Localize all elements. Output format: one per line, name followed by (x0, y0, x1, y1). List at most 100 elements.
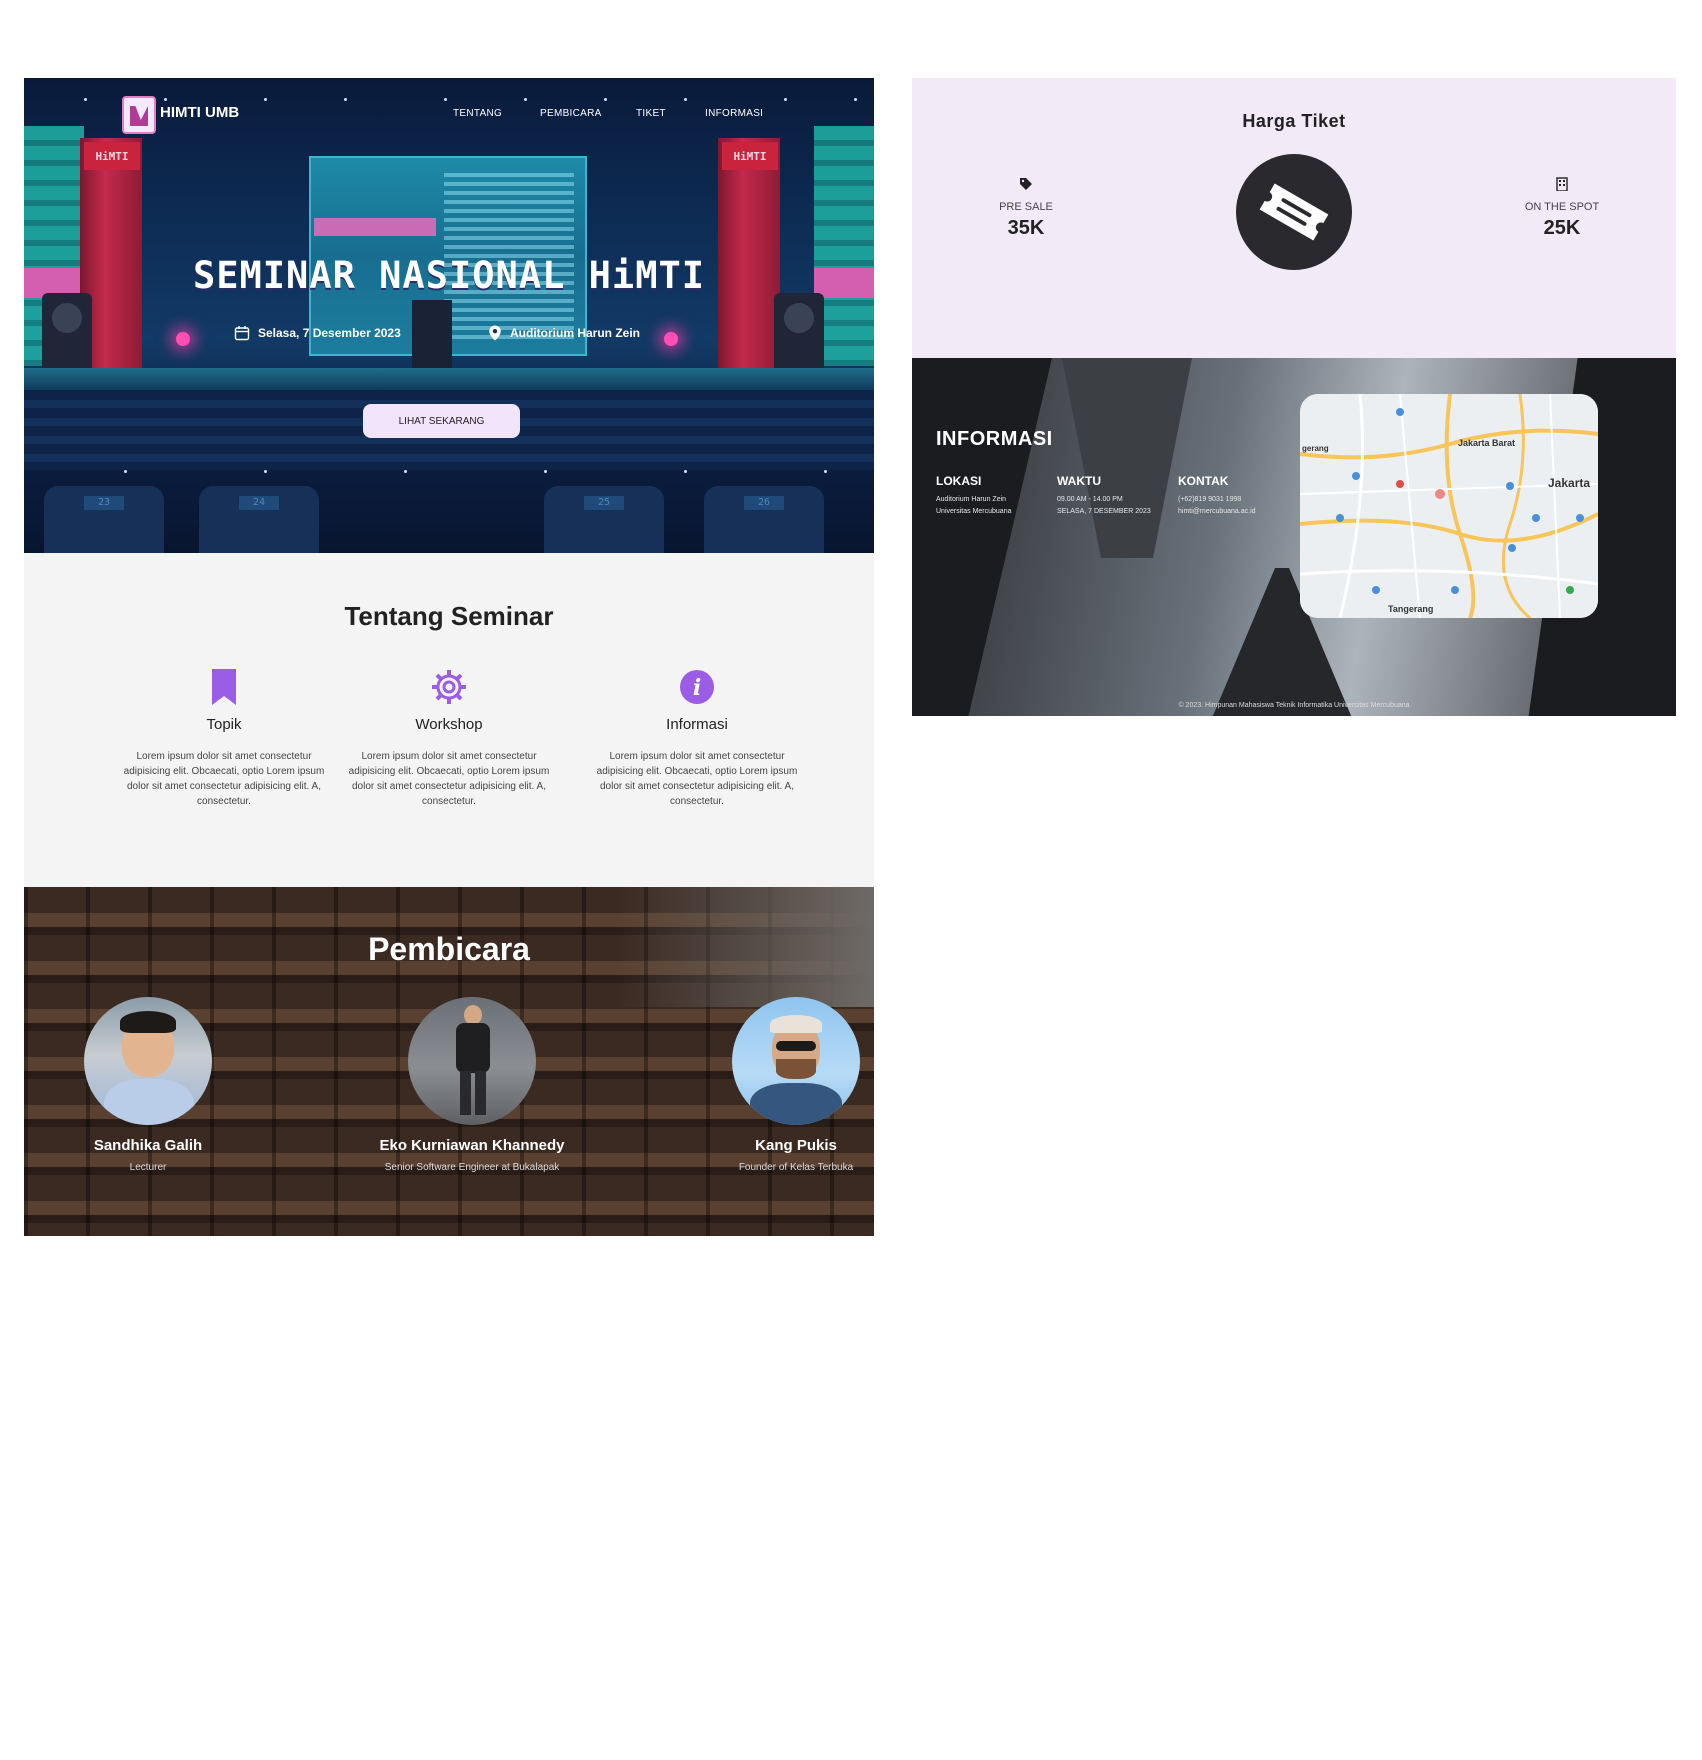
info-section: INFORMASI LOKASI Auditorium Harun Zein Un… (912, 358, 1676, 716)
footer-copyright: © 2023. Himpunan Mahasiswa Teknik Inform… (1178, 702, 1410, 709)
stage-light-dot (604, 98, 607, 101)
info-icon: i (680, 670, 714, 704)
speaker-box-right (774, 293, 824, 373)
seat-number: 24 (239, 496, 279, 510)
feature-text: Lorem ipsum dolor sit amet consectetur a… (348, 751, 550, 807)
spotlight-right (664, 332, 678, 346)
event-venue-text: Auditorium Harun Zein (510, 326, 640, 340)
stage-light-dot (344, 98, 347, 101)
speakers-title: Pembicara (368, 931, 530, 967)
map-label-jakarta: Jakarta (1548, 476, 1591, 490)
presale-label: PRE SALE (999, 201, 1053, 213)
stage-light-dot (684, 470, 687, 473)
event-venue: Auditorium Harun Zein (488, 325, 640, 341)
stage-light-dot (84, 98, 87, 101)
info-heading: LOKASI (936, 474, 982, 488)
info-line: (+62)819 9031 1998 (1178, 496, 1242, 503)
ticket-icon (1236, 154, 1352, 270)
nav-link-tiket[interactable]: TIKET (636, 108, 666, 119)
info-heading: KONTAK (1178, 474, 1229, 488)
feature-text: Lorem ipsum dolor sit amet consectetur a… (123, 751, 325, 807)
feature-title: Informasi (666, 716, 728, 733)
stage-light-dot (264, 98, 267, 101)
seat-number: 26 (744, 496, 784, 510)
stage-light-dot (164, 98, 167, 101)
hero-section: HiMTI HiMTI 23 24 25 26 HIMTI UMB TENTAN… (24, 78, 874, 553)
info-line: himti@mercubuana.ac.id (1178, 508, 1256, 515)
map-roads (1300, 394, 1598, 618)
feature-card-topik: Topik Lorem ipsum dolor sit amet consect… (104, 668, 344, 809)
speaker-box-left (42, 293, 92, 373)
tag-icon (1020, 178, 1032, 190)
ticket-title: Harga Tiket (1242, 111, 1346, 131)
feature-text: Lorem ipsum dolor sit amet consectetur a… (596, 751, 798, 807)
seat-number: 23 (84, 496, 124, 510)
brand-name[interactable]: HIMTI UMB (160, 104, 239, 121)
building-icon (1556, 177, 1568, 192)
presale-price: PRE SALE 35K (966, 176, 1086, 240)
info-line: Auditorium Harun Zein (936, 496, 1007, 503)
seat-number: 25 (584, 496, 624, 510)
info-line: Universitas Mercubuana (936, 508, 1012, 515)
stage-light-dot (264, 470, 267, 473)
stage-screen-bar (314, 218, 436, 236)
speakers-section: Pembicara Sandhika Galih Lecturer Eko Ku… (24, 887, 874, 1236)
nav-link-informasi[interactable]: INFORMASI (705, 108, 763, 119)
about-section: Tentang Seminar Topik Lorem ipsum dolor … (24, 553, 874, 887)
nav-link-pembicara[interactable]: PEMBICARA (540, 108, 602, 119)
location-pin-icon (489, 325, 501, 341)
stage-light-dot (824, 470, 827, 473)
stage-light-dot (524, 98, 527, 101)
stage-light-dot (784, 98, 787, 101)
stage-light-dot (544, 470, 547, 473)
speaker-role: Founder of Kelas Terbuka (738, 1162, 854, 1173)
feature-title: Topik (206, 716, 242, 733)
speaker-card: Sandhika Galih Lecturer (28, 997, 268, 1173)
nav-link-tentang[interactable]: TENTANG (453, 108, 502, 119)
building-silhouette (1062, 358, 1192, 558)
about-title: Tentang Seminar (344, 601, 554, 631)
stage-light-dot (684, 98, 687, 101)
onspot-label: ON THE SPOT (1524, 201, 1600, 213)
info-kontak: KONTAK (+62)819 9031 1998 himti@mercubuan… (1178, 474, 1296, 518)
seat: 23 (44, 486, 164, 553)
svg-text:i: i (693, 675, 701, 701)
avatar (408, 997, 536, 1125)
stage-light-dot (854, 98, 857, 101)
seat: 26 (704, 486, 824, 553)
himti-logo-icon[interactable] (122, 96, 156, 134)
event-date-text: Selasa, 7 Desember 2023 (258, 326, 401, 340)
podium (412, 300, 452, 372)
feature-title: Workshop (415, 716, 483, 733)
map-label-jakarta-barat: Jakarta Barat (1458, 438, 1516, 448)
avatar (732, 997, 860, 1125)
gear-icon (432, 670, 466, 704)
info-waktu: WAKTU 09.00 AM - 14.00 PM SELASA, 7 DESEM… (1057, 474, 1175, 518)
info-line: 09.00 AM - 14.00 PM (1057, 496, 1123, 503)
top-navbar: HIMTI UMB TENTANG PEMBICARA TIKET INFORM… (24, 96, 874, 136)
speaker-role: Lecturer (129, 1162, 167, 1173)
onspot-price: ON THE SPOT 25K (1502, 176, 1622, 240)
lihat-sekarang-button[interactable]: LIHAT SEKARANG (363, 404, 520, 438)
seat: 24 (199, 486, 319, 553)
audience-seats: 23 24 25 26 (24, 478, 874, 553)
info-heading: WAKTU (1057, 474, 1101, 488)
stage-light-dot (124, 470, 127, 473)
speaker-name: Sandhika Galih (93, 1137, 203, 1154)
avatar (84, 997, 212, 1125)
speaker-role: Senior Software Engineer at Bukalapak (384, 1162, 560, 1173)
seat: 25 (544, 486, 664, 553)
ticket-section: Harga Tiket PRE SALE 35K ON THE SPOT 25K (912, 78, 1676, 358)
speaker-card: Kang Pukis Founder of Kelas Terbuka (676, 997, 874, 1173)
spotlight-left (176, 332, 190, 346)
info-title: INFORMASI (936, 428, 1053, 450)
event-date: Selasa, 7 Desember 2023 (234, 325, 401, 341)
feature-card-workshop: Workshop Lorem ipsum dolor sit amet cons… (329, 668, 569, 809)
calendar-icon (234, 326, 250, 341)
speaker-name: Kang Pukis (755, 1137, 837, 1154)
location-map[interactable]: Jakarta Jakarta Barat Tangerang gerang (1300, 394, 1598, 618)
building-silhouette (912, 358, 1052, 716)
info-lokasi: LOKASI Auditorium Harun Zein Universitas … (936, 474, 1054, 518)
banner-left: HiMTI (84, 142, 140, 170)
bookmark-icon (212, 669, 236, 705)
